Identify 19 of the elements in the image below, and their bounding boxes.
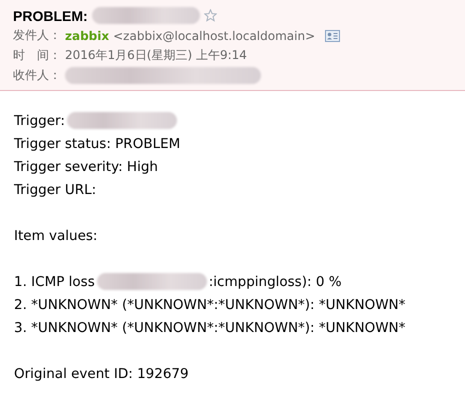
field-label: 收件人： xyxy=(13,67,61,84)
sender-name: zabbix xyxy=(65,28,110,42)
message-text: 2. *UNKNOWN* (*UNKNOWN*:*UNKNOWN*): *UNKNOWN* xyxy=(14,296,406,312)
field-label: 时 间： xyxy=(13,47,61,64)
contact-card-icon[interactable] xyxy=(325,30,340,42)
email-subject: PROBLEM: xyxy=(13,8,88,24)
message-text: :icmppingloss): 0 % xyxy=(208,274,342,290)
sent-time: 2016年1月6日(星期三) 上午9:14 xyxy=(65,47,247,64)
field-label: 发件人： xyxy=(13,27,61,44)
message-text: Trigger status: PROBLEM xyxy=(14,136,180,152)
message-text: Trigger: xyxy=(14,112,65,128)
sender-address: <zabbix@localhost.localdomain> xyxy=(113,28,316,42)
message-text: 3. *UNKNOWN* (*UNKNOWN*:*UNKNOWN*): *UNKNOWN* xyxy=(14,320,406,336)
star-icon[interactable] xyxy=(204,9,217,22)
message-text: Item values: xyxy=(14,228,98,244)
message-text: Original event ID: 192679 xyxy=(14,366,189,382)
message-text: Trigger severity: High xyxy=(14,158,158,174)
message-text: 1. ICMP loss xyxy=(14,274,95,290)
message-text: Trigger URL: xyxy=(14,182,96,198)
